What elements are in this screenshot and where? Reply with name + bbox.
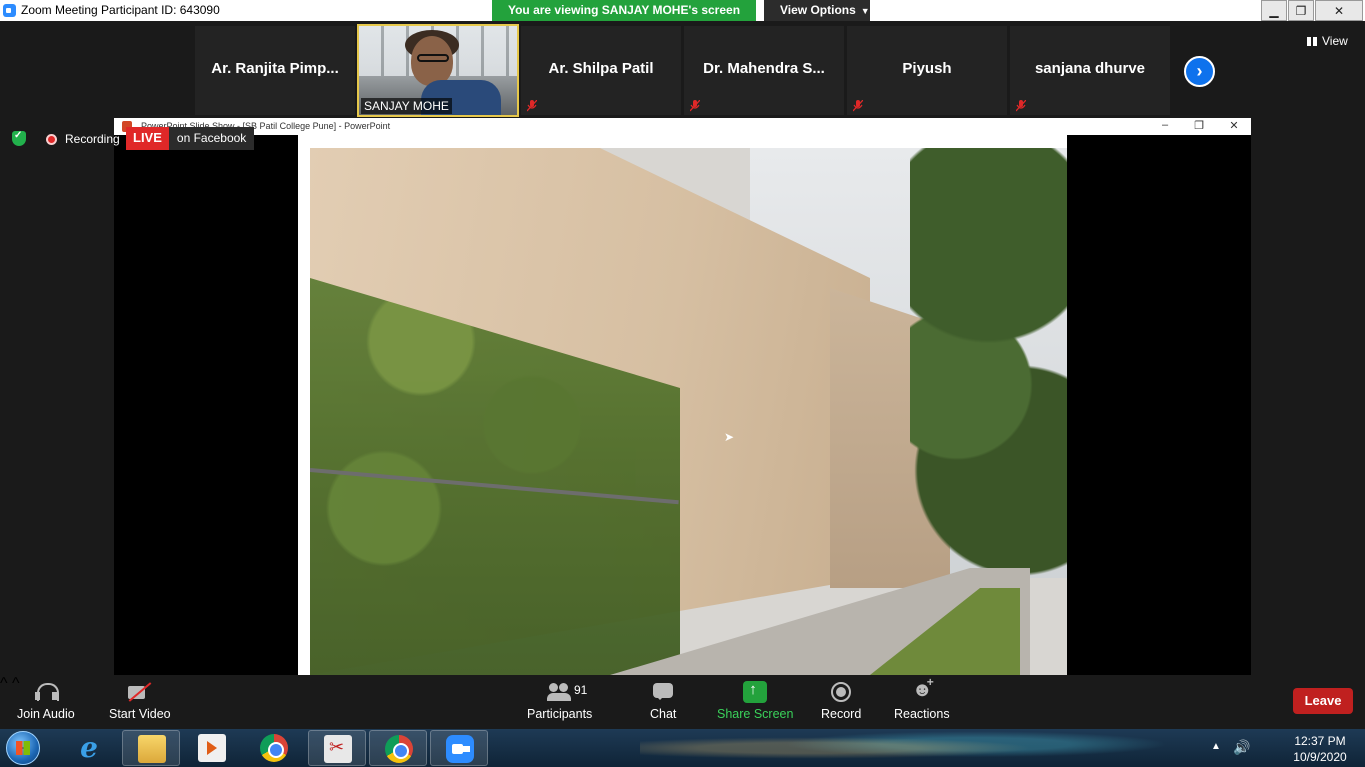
start-button[interactable] bbox=[6, 731, 40, 765]
minimize-button[interactable]: ▁ bbox=[1261, 0, 1287, 21]
live-stream-badge[interactable]: LIVE on Facebook bbox=[126, 127, 255, 150]
participant-strip: Ar. Ranjita Pimp... SANJAY MOHE Ar. Shil… bbox=[0, 21, 1365, 118]
participant-name: Ar. Shilpa Patil bbox=[548, 60, 654, 77]
share-screen-icon bbox=[743, 681, 768, 703]
security-shield-icon[interactable] bbox=[12, 130, 26, 146]
participant-name: Ar. Ranjita Pimp... bbox=[211, 60, 339, 77]
taskbar-app-file-explorer[interactable] bbox=[122, 730, 180, 766]
headphones-icon bbox=[34, 681, 59, 703]
video-off-icon bbox=[127, 681, 152, 703]
start-video-button[interactable]: Start Video bbox=[109, 681, 171, 721]
record-icon bbox=[829, 681, 853, 703]
chrome-icon bbox=[260, 734, 288, 762]
record-button[interactable]: Record bbox=[821, 681, 861, 721]
muted-mic-icon bbox=[527, 100, 537, 112]
chevron-right-icon: › bbox=[1196, 61, 1203, 81]
participant-tile[interactable]: Ar. Ranjita Pimp... bbox=[195, 26, 355, 115]
muted-mic-icon bbox=[1016, 100, 1026, 112]
restore-button[interactable]: ❐ bbox=[1288, 0, 1314, 21]
chevron-down-icon: ▼ bbox=[860, 6, 870, 16]
share-screen-label: Share Screen bbox=[717, 707, 794, 721]
join-audio-label: Join Audio bbox=[17, 707, 75, 721]
windows-taskbar: e ▲ 🔊 12:37 PM 10/9/2020 bbox=[0, 729, 1365, 767]
shared-screen: PowerPoint Slide Show - [SB Patil Colleg… bbox=[114, 118, 1251, 675]
show-hidden-icons-icon[interactable]: ▲ bbox=[1211, 741, 1221, 752]
media-player-icon bbox=[198, 734, 226, 762]
gallery-view-button[interactable]: View bbox=[1307, 34, 1348, 48]
chrome-icon bbox=[385, 735, 413, 763]
share-screen-button[interactable]: Share Screen bbox=[717, 681, 793, 721]
snipping-tool-icon bbox=[324, 735, 352, 763]
building-facade-photo: ➤ bbox=[310, 148, 1067, 675]
view-options-label: View Options bbox=[780, 3, 856, 17]
powerpoint-title-bar: PowerPoint Slide Show - [SB Patil Colleg… bbox=[114, 118, 1251, 135]
meeting-toolbar: Join Audio ^ Start Video 91 Participants… bbox=[0, 675, 1365, 729]
photo-tree bbox=[910, 148, 1067, 578]
chat-label: Chat bbox=[650, 707, 677, 721]
participant-tile[interactable]: Piyush bbox=[847, 26, 1007, 115]
close-button[interactable]: ✕ bbox=[1315, 0, 1363, 21]
start-video-label: Start Video bbox=[109, 707, 171, 721]
zoom-meeting-window: Zoom Meeting Participant ID: 643090 You … bbox=[0, 0, 1365, 767]
view-options-button[interactable]: View Options ▼ bbox=[764, 0, 870, 21]
participant-name: Piyush bbox=[902, 60, 952, 77]
leave-button[interactable]: Leave bbox=[1293, 688, 1353, 714]
view-label: View bbox=[1322, 34, 1348, 48]
muted-mic-icon bbox=[853, 100, 863, 112]
active-speaker-video-tile[interactable]: SANJAY MOHE bbox=[357, 24, 519, 117]
video-participant-name: SANJAY MOHE bbox=[361, 98, 452, 114]
folder-icon bbox=[138, 735, 166, 763]
next-participants-button[interactable]: › bbox=[1184, 56, 1215, 87]
system-clock[interactable]: 12:37 PM 10/9/2020 bbox=[1280, 733, 1360, 765]
zoom-icon bbox=[446, 735, 474, 763]
viewing-screen-banner: You are viewing SANJAY MOHE's screen bbox=[492, 0, 756, 21]
reactions-button[interactable]: Reactions bbox=[894, 675, 950, 721]
video-person-glasses bbox=[417, 54, 449, 62]
join-audio-button[interactable]: Join Audio bbox=[17, 681, 75, 721]
clock-time: 12:37 PM bbox=[1294, 734, 1346, 748]
recording-icon bbox=[46, 134, 57, 145]
window-title: Zoom Meeting Participant ID: 643090 bbox=[21, 3, 220, 17]
participant-tile[interactable]: sanjana dhurve bbox=[1010, 26, 1170, 115]
taskbar-app-chrome[interactable] bbox=[369, 730, 427, 766]
internet-explorer-icon: e bbox=[80, 731, 98, 764]
live-target: on Facebook bbox=[168, 127, 255, 150]
slide: ➤ bbox=[298, 135, 1067, 675]
shared-restore-icon: ❐ bbox=[1194, 120, 1204, 132]
participant-name: Dr. Mahendra S... bbox=[703, 60, 825, 77]
taskbar-app-media-player[interactable] bbox=[183, 730, 241, 766]
reactions-label: Reactions bbox=[894, 707, 950, 721]
participants-label: Participants bbox=[527, 707, 593, 721]
taskbar-app-internet-explorer[interactable]: e bbox=[60, 730, 118, 766]
muted-mic-icon bbox=[690, 100, 700, 112]
shared-minimize-icon: – bbox=[1161, 119, 1169, 131]
mouse-cursor-icon: ➤ bbox=[724, 430, 735, 444]
zoom-app-icon bbox=[3, 4, 16, 17]
record-label: Record bbox=[821, 707, 862, 721]
taskbar-app-snipping-tool[interactable] bbox=[308, 730, 366, 766]
clock-date: 10/9/2020 bbox=[1293, 750, 1347, 764]
taskbar-app-chrome[interactable] bbox=[245, 730, 303, 766]
participant-tile[interactable]: Ar. Shilpa Patil bbox=[521, 26, 681, 115]
taskbar-app-zoom[interactable] bbox=[430, 730, 488, 766]
grid-view-icon bbox=[1307, 37, 1317, 46]
participants-count: 91 bbox=[574, 683, 588, 697]
title-bar: Zoom Meeting Participant ID: 643090 You … bbox=[0, 0, 1365, 21]
participants-button[interactable]: 91 Participants bbox=[527, 681, 592, 721]
participant-tile[interactable]: Dr. Mahendra S... bbox=[684, 26, 844, 115]
participants-icon bbox=[547, 681, 571, 703]
participant-name: sanjana dhurve bbox=[1034, 60, 1146, 77]
recording-label: Recording bbox=[65, 132, 120, 146]
chat-button[interactable]: Chat bbox=[650, 681, 676, 721]
reactions-icon bbox=[910, 675, 934, 703]
live-label: LIVE bbox=[126, 127, 169, 150]
chat-icon bbox=[651, 681, 675, 703]
audio-options-caret-icon[interactable]: ^ bbox=[0, 675, 8, 692]
shared-close-icon: ✕ bbox=[1229, 120, 1239, 132]
volume-icon[interactable]: 🔊 bbox=[1233, 739, 1250, 756]
